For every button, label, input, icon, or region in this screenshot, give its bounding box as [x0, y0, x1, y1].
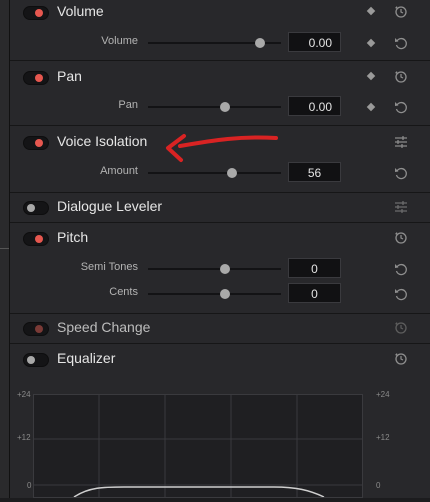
effect-title: Volume: [57, 3, 104, 19]
volume-slider[interactable]: [148, 38, 281, 48]
effect-pan: Pan Pan 0.00: [10, 61, 430, 126]
pan-slider[interactable]: [148, 102, 281, 112]
settings-sliders-icon[interactable]: [394, 200, 408, 214]
effect-speed-change: Speed Change: [10, 314, 430, 344]
param-row: Pan 0.00: [10, 95, 430, 119]
volume-value-field[interactable]: 0.00: [288, 32, 341, 52]
reset-icon[interactable]: [394, 231, 408, 245]
reset-arrow-icon[interactable]: [394, 262, 408, 276]
keyframe-diamond-icon[interactable]: [366, 38, 376, 48]
param-row: Semi Tones 0: [10, 257, 430, 281]
speed-change-enable-toggle[interactable]: [23, 322, 49, 336]
pitch-enable-toggle[interactable]: [23, 232, 49, 246]
param-label: Semi Tones: [80, 261, 138, 273]
slider-knob[interactable]: [220, 289, 230, 299]
eq-scale-right-bottom: 0: [376, 481, 381, 490]
eq-scale-right-mid: +12: [376, 433, 390, 442]
effect-title: Dialogue Leveler: [57, 198, 163, 214]
left-timeline-strip: [0, 0, 10, 498]
pan-value-field[interactable]: 0.00: [288, 96, 341, 116]
param-row: Cents 0: [10, 282, 430, 306]
equalizer-enable-toggle[interactable]: [23, 353, 49, 367]
eq-scale-right-top: +24: [376, 390, 390, 399]
effect-voice-isolation: Voice Isolation Amount 56: [10, 126, 430, 193]
pan-enable-toggle[interactable]: [23, 71, 49, 85]
slider-knob[interactable]: [220, 102, 230, 112]
semi-tones-value-field[interactable]: 0: [288, 258, 341, 278]
param-label: Cents: [109, 286, 138, 298]
amount-value-field[interactable]: 56: [288, 162, 341, 182]
reset-icon[interactable]: [394, 321, 408, 335]
slider-knob[interactable]: [227, 168, 237, 178]
cents-slider[interactable]: [148, 289, 281, 299]
param-row: Volume 0.00: [10, 31, 430, 55]
equalizer-graph[interactable]: [33, 394, 363, 498]
slider-knob[interactable]: [255, 38, 265, 48]
effect-dialogue-leveler: Dialogue Leveler: [10, 193, 430, 223]
slider-knob[interactable]: [220, 264, 230, 274]
effect-title: Pitch: [57, 229, 89, 245]
reset-arrow-icon[interactable]: [394, 166, 408, 180]
effect-volume: Volume Volume 0.00: [10, 0, 430, 61]
reset-arrow-icon[interactable]: [394, 100, 408, 114]
keyframe-diamond-icon[interactable]: [366, 102, 376, 112]
voice-isolation-enable-toggle[interactable]: [23, 136, 49, 150]
param-row: Amount 56: [10, 161, 430, 185]
semi-tones-slider[interactable]: [148, 264, 281, 274]
eq-scale-left-bottom: 0: [27, 481, 32, 490]
effect-pitch: Pitch Semi Tones 0 Cents 0: [10, 223, 430, 314]
reset-arrow-icon[interactable]: [394, 36, 408, 50]
amount-slider[interactable]: [148, 168, 281, 178]
eq-scale-left-top: +24: [17, 390, 31, 399]
param-label: Pan: [118, 99, 138, 111]
cents-value-field[interactable]: 0: [288, 283, 341, 303]
reset-icon[interactable]: [394, 70, 408, 84]
effect-title: Pan: [57, 68, 82, 84]
reset-arrow-icon[interactable]: [394, 287, 408, 301]
dialogue-leveler-enable-toggle[interactable]: [23, 201, 49, 215]
keyframe-diamond-icon[interactable]: [366, 71, 376, 81]
settings-sliders-icon[interactable]: [394, 135, 408, 149]
param-label: Volume: [101, 35, 138, 47]
volume-enable-toggle[interactable]: [23, 6, 49, 20]
effect-title: Speed Change: [57, 319, 151, 335]
reset-icon[interactable]: [394, 5, 408, 19]
eq-scale-left-mid: +12: [17, 433, 31, 442]
effect-title: Equalizer: [57, 350, 116, 366]
param-label: Amount: [100, 165, 138, 177]
reset-icon[interactable]: [394, 352, 408, 366]
effect-title: Voice Isolation: [57, 133, 148, 149]
keyframe-diamond-icon[interactable]: [366, 6, 376, 16]
